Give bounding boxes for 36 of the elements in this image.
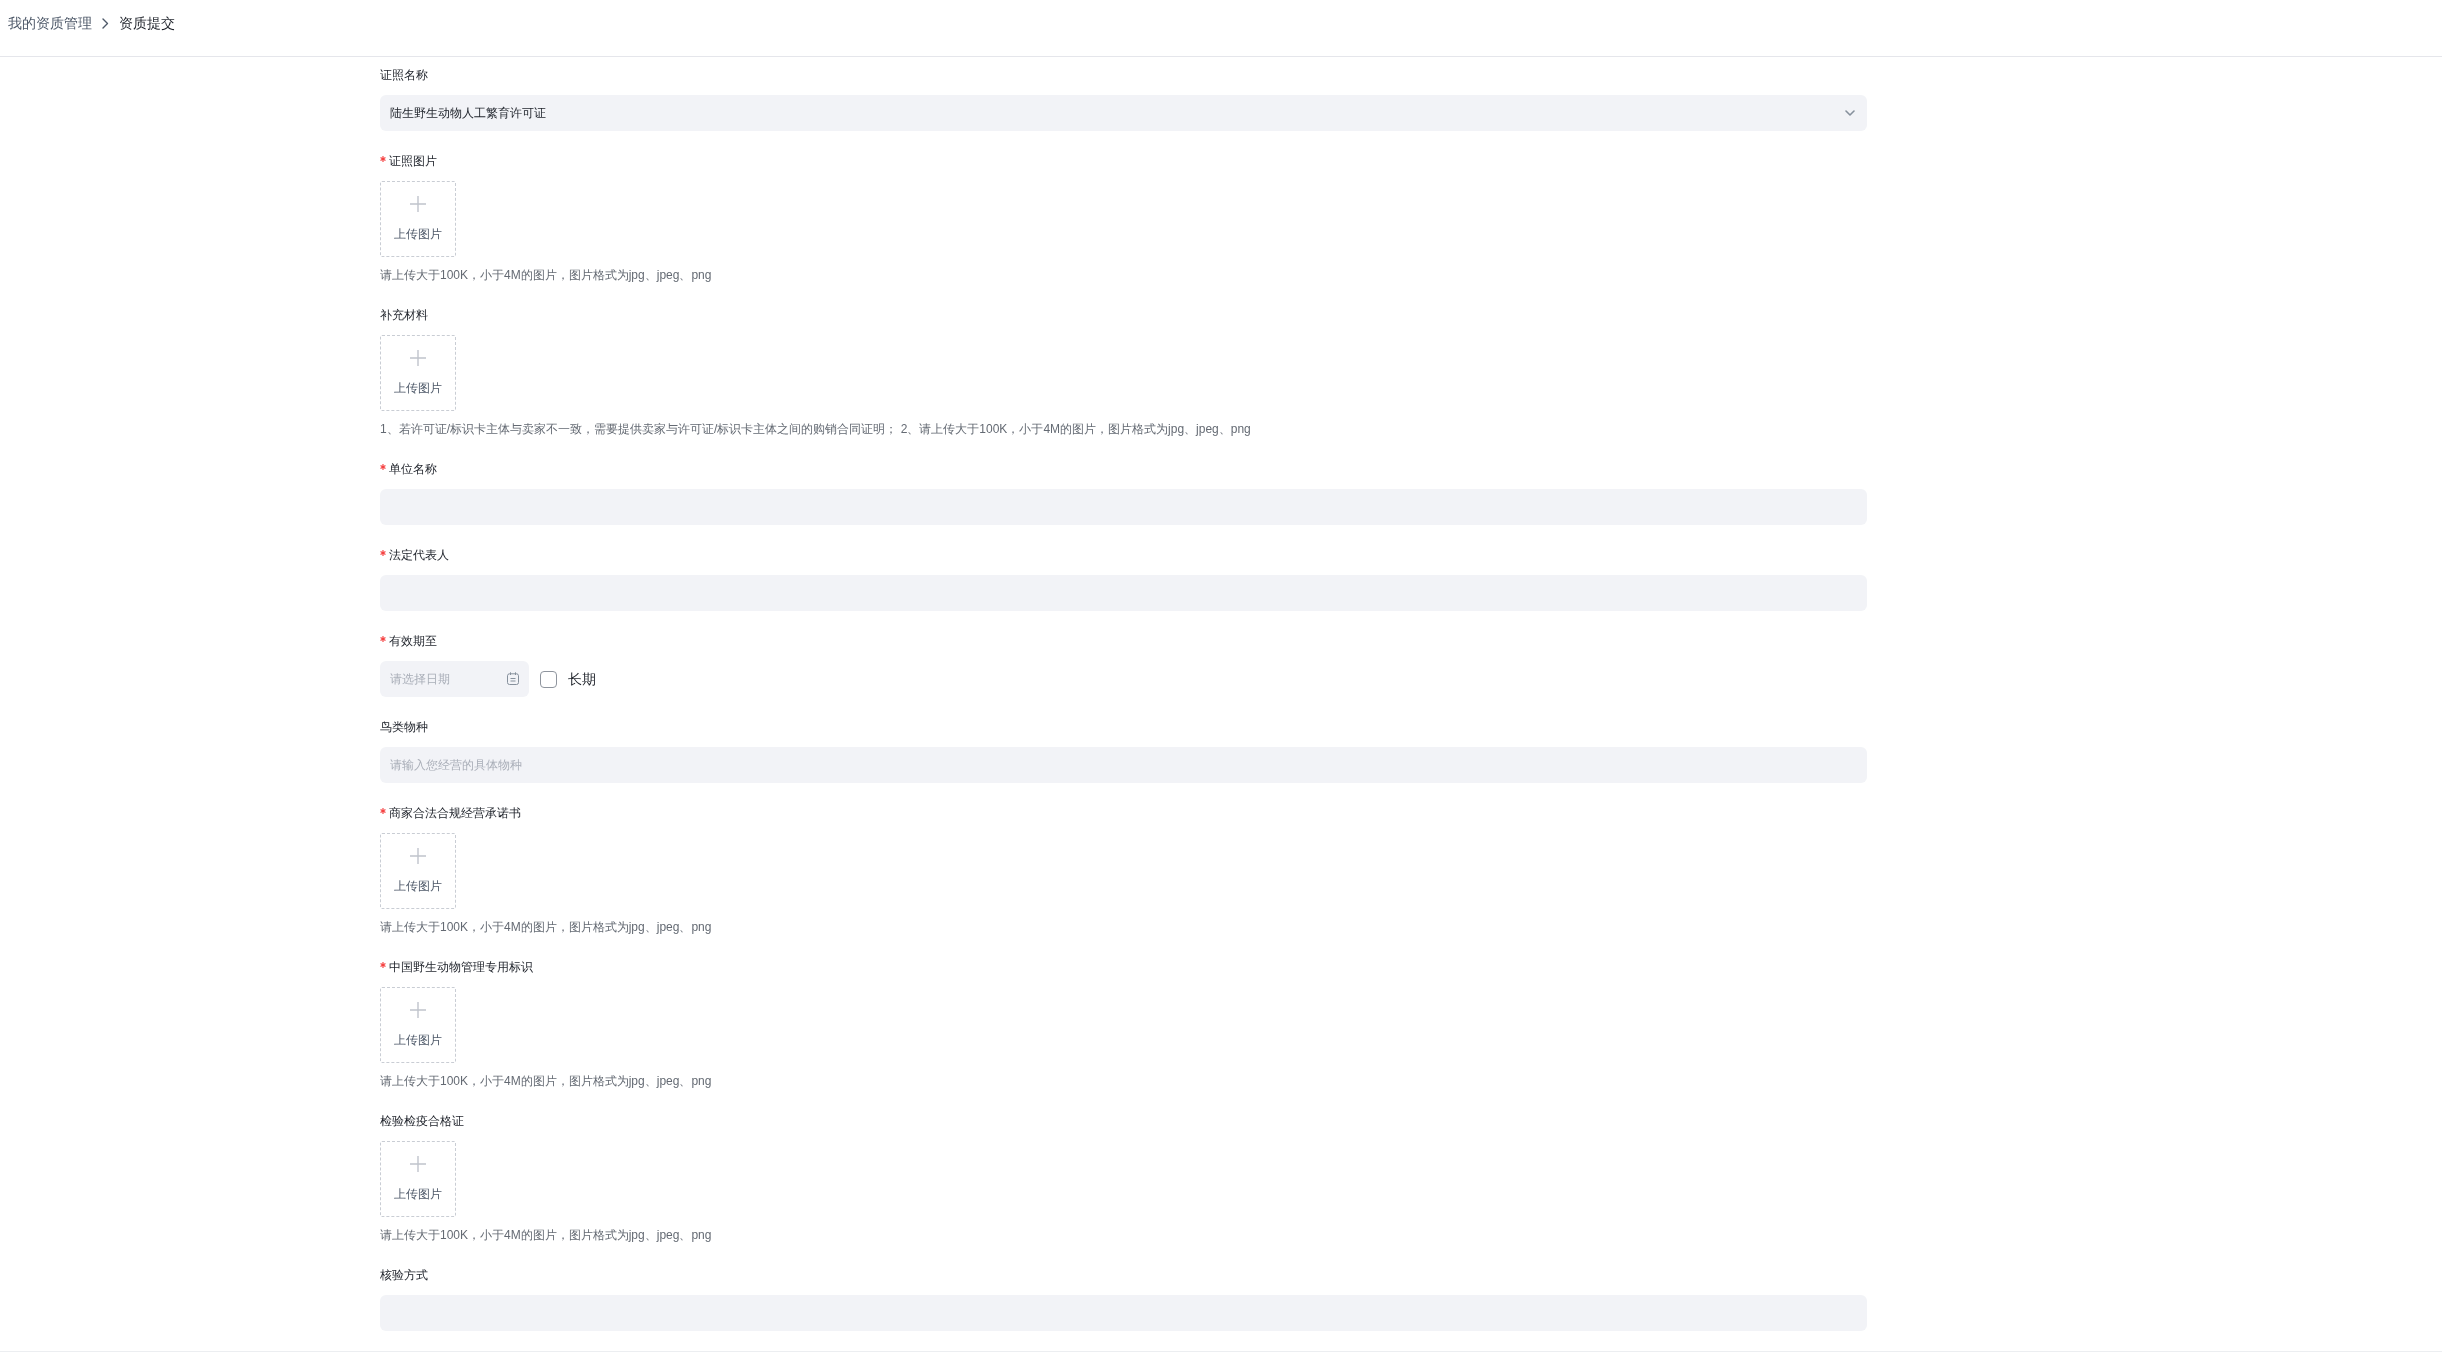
field-label: 补充材料 [380, 307, 428, 324]
field-label: 单位名称 [389, 461, 437, 478]
plus-icon [410, 196, 426, 212]
breadcrumb-link[interactable]: 我的资质管理 [8, 13, 92, 33]
field-hint: 请上传大于100K，小于4M的图片，图片格式为jpg、jpeg、png [380, 919, 713, 936]
plus-icon [410, 848, 426, 864]
input-field[interactable]: 请输入您经营的具体物种 [380, 747, 1867, 783]
field-label: 商家合法合规经营承诺书 [389, 805, 521, 822]
checkbox[interactable] [540, 670, 557, 688]
upload-button[interactable]: 上传图片 [380, 181, 456, 257]
calendar-icon [507, 672, 519, 685]
field-label: 鸟类物种 [380, 719, 428, 736]
field-label: 证照名称 [380, 67, 428, 84]
field-label: 核验方式 [380, 1267, 428, 1284]
select-field[interactable]: 陆生野生动物人工繁育许可证 [380, 95, 1867, 131]
field-hint: 请上传大于100K，小于4M的图片，图片格式为jpg、jpeg、png [380, 1227, 713, 1244]
field-label: 检验检疫合格证 [380, 1113, 464, 1130]
field-label: 法定代表人 [389, 547, 449, 564]
chevron-down-icon [1845, 110, 1855, 116]
plus-icon [410, 350, 426, 366]
field-label: 有效期至 [389, 633, 437, 650]
chevron-right-icon [102, 18, 109, 29]
upload-button[interactable]: 上传图片 [380, 1141, 456, 1217]
field-hint: 请上传大于100K，小于4M的图片，图片格式为jpg、jpeg、png [380, 267, 713, 284]
field-hint: 1、若许可证/标识卡主体与卖家不一致，需要提供卖家与许可证/标识卡主体之间的购销合同证明； 2、请上传大于100K，小于4M的图片，图片格式为jpg、jpeg、png [380, 421, 1252, 438]
field-label: 证照图片 [389, 153, 437, 170]
date-field[interactable]: 请选择日期 [380, 661, 529, 697]
plus-icon [410, 1156, 426, 1172]
plus-icon [410, 1002, 426, 1018]
breadcrumb-current: 资质提交 [119, 14, 175, 33]
field-hint: 请上传大于100K，小于4M的图片，图片格式为jpg、jpeg、png [380, 1073, 713, 1090]
upload-button[interactable]: 上传图片 [380, 335, 456, 411]
checkbox-label: 长期 [568, 670, 596, 689]
upload-button[interactable]: 上传图片 [380, 987, 456, 1063]
field-label: 中国野生动物管理专用标识 [389, 959, 533, 976]
upload-button[interactable]: 上传图片 [380, 833, 456, 909]
